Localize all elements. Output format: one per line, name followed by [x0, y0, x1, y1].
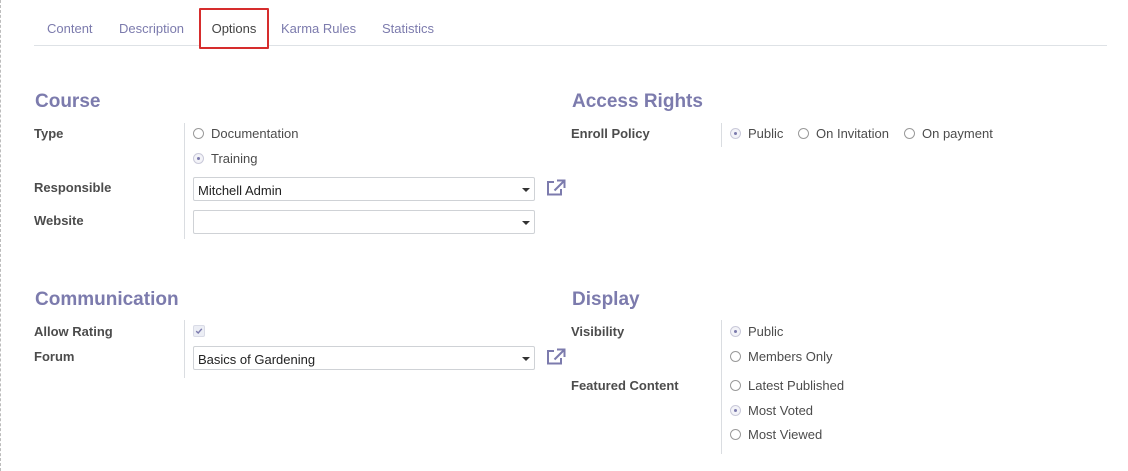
- allow-rating-label: Allow Rating: [34, 324, 113, 339]
- display-section-title: Display: [572, 289, 640, 310]
- radio-checked-icon: [193, 153, 204, 164]
- course-divider: [184, 123, 185, 239]
- radio-unchecked-icon: [730, 429, 741, 440]
- caret-down-icon: [522, 188, 530, 192]
- tab-karma-rules[interactable]: Karma Rules: [281, 8, 356, 45]
- featured-option-label: Latest Published: [748, 378, 845, 393]
- radio-unchecked-icon: [730, 380, 741, 391]
- forum-value: Basics of Gardening: [198, 352, 316, 367]
- communication-section-title: Communication: [35, 289, 179, 310]
- caret-down-icon: [522, 357, 530, 361]
- featured-option-most-viewed[interactable]: Most Viewed: [730, 427, 822, 442]
- featured-option-label: Most Viewed: [748, 427, 823, 442]
- notebook-tabs: Content Description Options Karma Rules …: [34, 8, 1107, 49]
- type-option-training[interactable]: Training: [193, 151, 257, 166]
- responsible-value: Mitchell Admin: [198, 183, 282, 198]
- radio-unchecked-icon: [798, 128, 809, 139]
- enroll-option-public[interactable]: Public: [730, 126, 783, 141]
- radio-unchecked-icon: [904, 128, 915, 139]
- enroll-option-on-payment[interactable]: On payment: [904, 126, 993, 141]
- radio-unchecked-icon: [193, 128, 204, 139]
- radio-checked-icon: [730, 405, 741, 416]
- visibility-option-label: Members Only: [748, 349, 833, 364]
- enroll-option-label: On payment: [922, 126, 993, 141]
- external-link-icon[interactable]: [546, 348, 566, 366]
- featured-option-most-voted[interactable]: Most Voted: [730, 403, 813, 418]
- forum-select[interactable]: Basics of Gardening: [193, 346, 535, 370]
- visibility-option-members-only[interactable]: Members Only: [730, 349, 833, 364]
- featured-option-latest-published[interactable]: Latest Published: [730, 378, 844, 393]
- visibility-option-public[interactable]: Public: [730, 324, 783, 339]
- enroll-option-label: Public: [748, 126, 784, 141]
- allow-rating-checkbox[interactable]: [193, 325, 205, 337]
- type-option-documentation[interactable]: Documentation: [193, 126, 298, 141]
- website-label: Website: [34, 213, 84, 228]
- radio-checked-icon: [730, 326, 741, 337]
- access-rights-section-title: Access Rights: [572, 91, 703, 112]
- featured-option-label: Most Voted: [748, 403, 814, 418]
- external-link-icon[interactable]: [546, 179, 566, 197]
- access-rights-divider: [721, 123, 722, 147]
- type-option-label: Documentation: [211, 126, 299, 141]
- enroll-policy-label: Enroll Policy: [571, 126, 650, 141]
- radio-unchecked-icon: [730, 351, 741, 362]
- enroll-option-on-invitation[interactable]: On Invitation: [798, 126, 889, 141]
- visibility-label: Visibility: [571, 324, 625, 339]
- featured-content-label: Featured Content: [571, 378, 679, 393]
- caret-down-icon: [522, 221, 530, 225]
- check-icon: [195, 328, 203, 335]
- tab-statistics[interactable]: Statistics: [382, 8, 434, 45]
- visibility-option-label: Public: [748, 324, 784, 339]
- enroll-option-label: On Invitation: [816, 126, 889, 141]
- responsible-select[interactable]: Mitchell Admin: [193, 177, 535, 201]
- tab-options[interactable]: Options: [199, 8, 269, 49]
- tab-content[interactable]: Content: [47, 8, 93, 45]
- course-section-title: Course: [35, 91, 101, 112]
- tab-description[interactable]: Description: [119, 8, 184, 45]
- responsible-label: Responsible: [34, 180, 112, 195]
- type-label: Type: [34, 126, 64, 141]
- type-option-label: Training: [211, 151, 258, 166]
- page-left-border: [0, 0, 1, 471]
- website-select[interactable]: [193, 210, 535, 234]
- communication-divider: [184, 320, 185, 378]
- forum-label: Forum: [34, 349, 75, 364]
- radio-checked-icon: [730, 128, 741, 139]
- display-divider: [721, 320, 722, 454]
